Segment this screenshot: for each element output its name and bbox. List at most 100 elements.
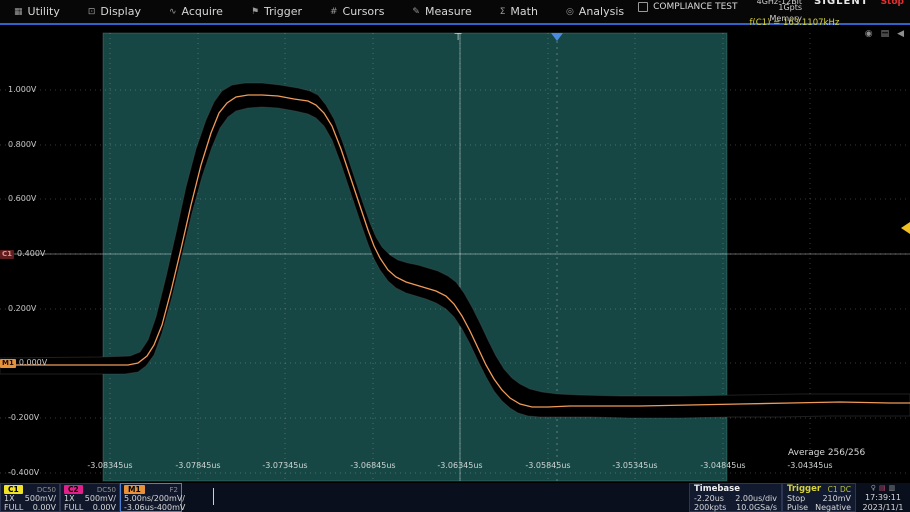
trigger-level-marker[interactable]: [901, 222, 910, 234]
cursors-icon: #: [330, 7, 338, 17]
menu-item-label: Utility: [28, 5, 60, 18]
measure-icon: ✎: [412, 7, 420, 17]
average-count-label: Average 256/256: [788, 448, 865, 458]
waveform-display: 1.000V 0.800V 0.600V C10.400V 0.200V M10.000V…: [0, 25, 910, 483]
system-icons: ♀▤▥: [858, 484, 908, 492]
voltage-axis-label: 0.800V: [8, 140, 36, 150]
m1-delay: -3.06us: [124, 503, 154, 512]
timebase-points: 200kpts: [694, 503, 726, 512]
time-axis-label: -3.07345us: [262, 461, 307, 470]
trigger-status: Stop: [787, 494, 805, 503]
timebase-samplerate: 10.0GSa/s: [736, 503, 777, 512]
c2-coupling: DC50: [97, 486, 116, 494]
menu-item-label: Trigger: [264, 5, 302, 18]
analysis-icon: ◎: [566, 7, 574, 17]
time-axis-label: -3.05345us: [612, 461, 657, 470]
math-icon: Σ: [500, 7, 506, 17]
c1-scale: 500mV/: [25, 494, 56, 503]
c1-offset: 0.00V: [33, 503, 56, 512]
m1-tag: F2: [170, 486, 178, 494]
compliance-label: COMPLIANCE TEST: [653, 2, 737, 12]
voltage-axis-label: 1.000V: [8, 85, 36, 95]
menu-item-acquire[interactable]: ∿ Acquire: [155, 0, 237, 23]
timebase-delay: -2.20us: [694, 494, 724, 503]
timebase-title: Timebase: [694, 485, 777, 494]
voltage-axis-label: 0.200V: [8, 304, 36, 314]
zoom-descriptor-m1[interactable]: M1 F2 5.00ns/200mV/ -3.06us-400mV: [120, 483, 182, 512]
c2-probe: 1X: [64, 494, 75, 503]
m1-hscale: 5.00ns/: [124, 494, 154, 503]
channel-descriptor-c2[interactable]: C2 DC50 1X 500mV/ FULL 0.00V: [60, 483, 120, 512]
time-axis-label: -3.07845us: [175, 461, 220, 470]
c2-bwl: FULL: [64, 503, 83, 512]
voltage-value: 0.400V: [17, 249, 45, 259]
display-icon: ⊡: [88, 7, 96, 17]
trigger-title: Trigger: [787, 485, 821, 494]
trigger-position-marker[interactable]: [551, 33, 563, 41]
usb-icon: ♀: [871, 484, 876, 492]
menu-item-label: Cursors: [343, 5, 385, 18]
time-axis-label: -3.06845us: [350, 461, 395, 470]
speaker-icon[interactable]: ◀: [897, 28, 904, 40]
utility-icon: ▦: [14, 7, 23, 17]
acquire-icon: ∿: [169, 7, 177, 17]
menu-item-utility[interactable]: ▦ Utility: [0, 0, 74, 23]
menu-item-measure[interactable]: ✎Measure: [398, 0, 485, 23]
trigger-source: C1 DC: [828, 485, 851, 494]
camera-icon[interactable]: ◉: [865, 28, 873, 40]
c1-coupling: DC50: [37, 486, 56, 494]
c2-scale: 500mV/: [85, 494, 116, 503]
compliance-icon: [638, 2, 648, 12]
c2-badge: C2: [64, 485, 83, 494]
voltage-axis-label: -0.400V: [8, 468, 39, 478]
list-icon[interactable]: ▤: [881, 28, 890, 40]
status-bar: C1 DC50 1X 500mV/ FULL 0.00V C2 DC50 1X 500…: [0, 483, 910, 512]
menu-item-display[interactable]: ⊡ Display: [74, 0, 155, 23]
trigger-type: Pulse: [787, 503, 808, 512]
time-reference-marker[interactable]: ⊤: [454, 33, 463, 43]
time-axis-label: -3.04845us: [700, 461, 745, 470]
clock-time: 17:39:11: [858, 493, 908, 502]
c1-badge: C1: [4, 485, 23, 494]
plot-corner-toolbar: ◉ ▤ ◀: [865, 28, 904, 40]
waveform-canvas: [0, 25, 910, 483]
menu-item-label: Acquire: [182, 5, 223, 18]
menu-item-analysis[interactable]: ◎Analysis: [552, 0, 638, 23]
m1-vscale: 200mV/: [154, 494, 185, 503]
menu-bar: ▦ Utility ⊡ Display ∿ Acquire ⚑Trigger # Cursors…: [0, 0, 910, 23]
channel-descriptor-c1[interactable]: C1 DC50 1X500mV/ FULL0.00V: [0, 483, 60, 512]
menu-item-label: Math: [510, 5, 538, 18]
status-bar-spacer: [182, 483, 689, 512]
menu-item-trigger[interactable]: ⚑Trigger: [237, 0, 316, 23]
top-status-area: 4GHz-12Bit SIGLENT Stop COMPLIANCE TEST …: [638, 0, 910, 28]
menu-item-label: Display: [100, 5, 141, 18]
time-axis-label: -3.05845us: [525, 461, 570, 470]
compliance-test-button[interactable]: COMPLIANCE TEST: [638, 2, 737, 12]
voltage-value: 0.000V: [19, 358, 47, 368]
menu-item-cursors[interactable]: # Cursors: [316, 0, 398, 23]
status-bar-cursor: [213, 488, 214, 505]
menu-item-math[interactable]: Σ Math: [486, 0, 552, 23]
c1-level-marker[interactable]: C1: [0, 250, 14, 259]
voltage-value: 1.000V: [8, 85, 36, 95]
voltage-value: -0.200V: [8, 413, 39, 423]
c2-offset: 0.00V: [93, 503, 116, 512]
menu-items: ▦ Utility ⊡ Display ∿ Acquire ⚑Trigger # Cursors…: [0, 0, 638, 23]
voltage-value: 0.800V: [8, 140, 36, 150]
clock-date: 2023/11/1: [858, 503, 908, 512]
brand-logo: SIGLENT: [814, 0, 869, 7]
c1-probe: 1X: [4, 494, 15, 503]
lan-icon: ▤: [879, 484, 886, 492]
trigger-level: 210mV: [822, 494, 851, 503]
voltage-axis-label: C10.400V: [0, 249, 45, 259]
acquisition-state[interactable]: Stop: [881, 0, 904, 7]
trigger-descriptor[interactable]: Trigger C1 DC Stop210mV PulseNegative: [782, 483, 856, 512]
m1-offset: -400mV: [154, 503, 185, 512]
voltage-axis-label: M10.000V: [0, 358, 47, 368]
voltage-value: 0.200V: [8, 304, 36, 314]
voltage-axis-label: 0.600V: [8, 194, 36, 204]
timebase-descriptor[interactable]: Timebase -2.20us2.00us/div 200kpts10.0GS…: [689, 483, 782, 512]
voltage-value: 0.600V: [8, 194, 36, 204]
m1-level-marker[interactable]: M1: [0, 359, 16, 368]
sound-icon: ▥: [889, 484, 896, 492]
